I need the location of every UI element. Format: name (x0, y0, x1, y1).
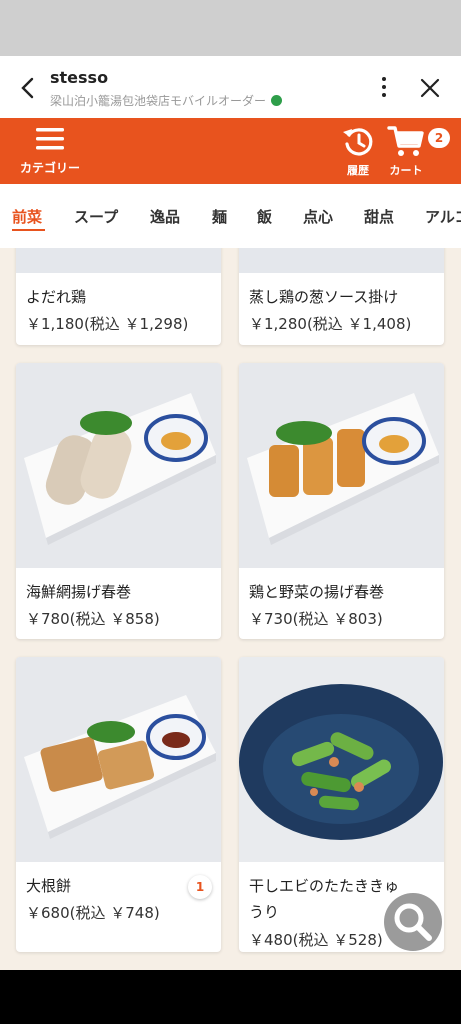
dish-photo (239, 363, 444, 568)
store-name: 梁山泊小籠湯包池袋店モバイルオーダー (50, 94, 267, 108)
app-header: stesso 梁山泊小籠湯包池袋店モバイルオーダー (0, 56, 461, 118)
dish-name: 大根餅 (26, 877, 72, 895)
tab-alcohol[interactable]: アルコ (425, 206, 461, 227)
back-button[interactable] (14, 74, 42, 102)
tab-tenshin[interactable]: 点心 (303, 206, 333, 227)
more-options-button[interactable] (372, 74, 396, 100)
cart-icon (387, 126, 424, 156)
category-label: カテゴリー (19, 161, 80, 175)
tab-tenten[interactable]: 甜点 (364, 206, 394, 227)
close-icon (420, 78, 440, 98)
close-button[interactable] (416, 74, 444, 102)
dish-price: ￥480(税込 ￥528) (249, 931, 383, 949)
search-icon (394, 903, 432, 941)
tab-ippin[interactable]: 逸品 (150, 206, 180, 227)
dish-photo (16, 248, 221, 273)
menu-item-card[interactable]: 大根餅 ￥680(税込 ￥748) 1 (16, 657, 221, 952)
dish-photo (239, 657, 444, 862)
category-button[interactable]: カテゴリー (16, 126, 84, 180)
store-subtitle: 梁山泊小籠湯包池袋店モバイルオーダー (50, 92, 283, 109)
hamburger-icon (36, 128, 64, 150)
dish-price: ￥1,280(税込 ￥1,408) (249, 315, 412, 333)
search-button[interactable] (384, 893, 442, 951)
dish-photo (16, 657, 221, 862)
more-vertical-icon (382, 77, 386, 97)
dish-name: 干しエビのたたききゅ (249, 877, 400, 895)
tab-soup[interactable]: スープ (74, 206, 118, 227)
dish-price: ￥730(税込 ￥803) (249, 610, 383, 628)
dish-photo (16, 363, 221, 568)
system-nav-area (0, 970, 461, 1024)
menu-item-card[interactable]: 蒸し鶏の葱ソース掛け ￥1,280(税込 ￥1,408) (239, 248, 444, 345)
tab-zensai[interactable]: 前菜 (12, 206, 42, 227)
history-icon (343, 128, 373, 156)
tab-men[interactable]: 麺 (212, 206, 227, 227)
dish-name-continued: うり (249, 903, 280, 921)
history-button[interactable]: 履歴 (338, 126, 378, 180)
cart-count-badge: 2 (428, 128, 450, 148)
dish-price: ￥780(税込 ￥858) (26, 610, 160, 628)
chevron-left-icon (21, 77, 34, 99)
tab-han[interactable]: 飯 (257, 206, 272, 227)
app-title: stesso (50, 68, 109, 87)
cart-label: カート (389, 164, 423, 177)
menu-grid: よだれ鶏 ￥1,180(税込 ￥1,298) 蒸し鶏の葱ソース掛け ￥1,280… (0, 248, 461, 970)
cart-button[interactable]: カート (382, 124, 430, 180)
dish-price: ￥680(税込 ￥748) (26, 904, 160, 922)
category-tabs: 前菜 スープ 逸品 麺 飯 点心 甜点 アルコ (0, 184, 461, 248)
menu-item-card[interactable]: よだれ鶏 ￥1,180(税込 ￥1,298) (16, 248, 221, 345)
dish-name: 海鮮網揚げ春巻 (26, 583, 132, 601)
active-tab-indicator (12, 229, 45, 231)
quantity-badge: 1 (188, 875, 212, 899)
dish-name: 鶏と野菜の揚げ春巻 (249, 583, 385, 601)
menu-item-card[interactable]: 鶏と野菜の揚げ春巻 ￥730(税込 ￥803) (239, 363, 444, 639)
toolbar: カテゴリー 履歴 カート 2 (0, 118, 461, 184)
menu-item-card[interactable]: 海鮮網揚げ春巻 ￥780(税込 ￥858) (16, 363, 221, 639)
secure-icon (271, 95, 283, 106)
dish-name: 蒸し鶏の葱ソース掛け (249, 288, 399, 306)
dish-photo (239, 248, 444, 273)
dish-name: よだれ鶏 (26, 288, 87, 306)
history-label: 履歴 (347, 164, 369, 177)
dish-price: ￥1,180(税込 ￥1,298) (26, 315, 189, 333)
status-area (0, 0, 461, 56)
